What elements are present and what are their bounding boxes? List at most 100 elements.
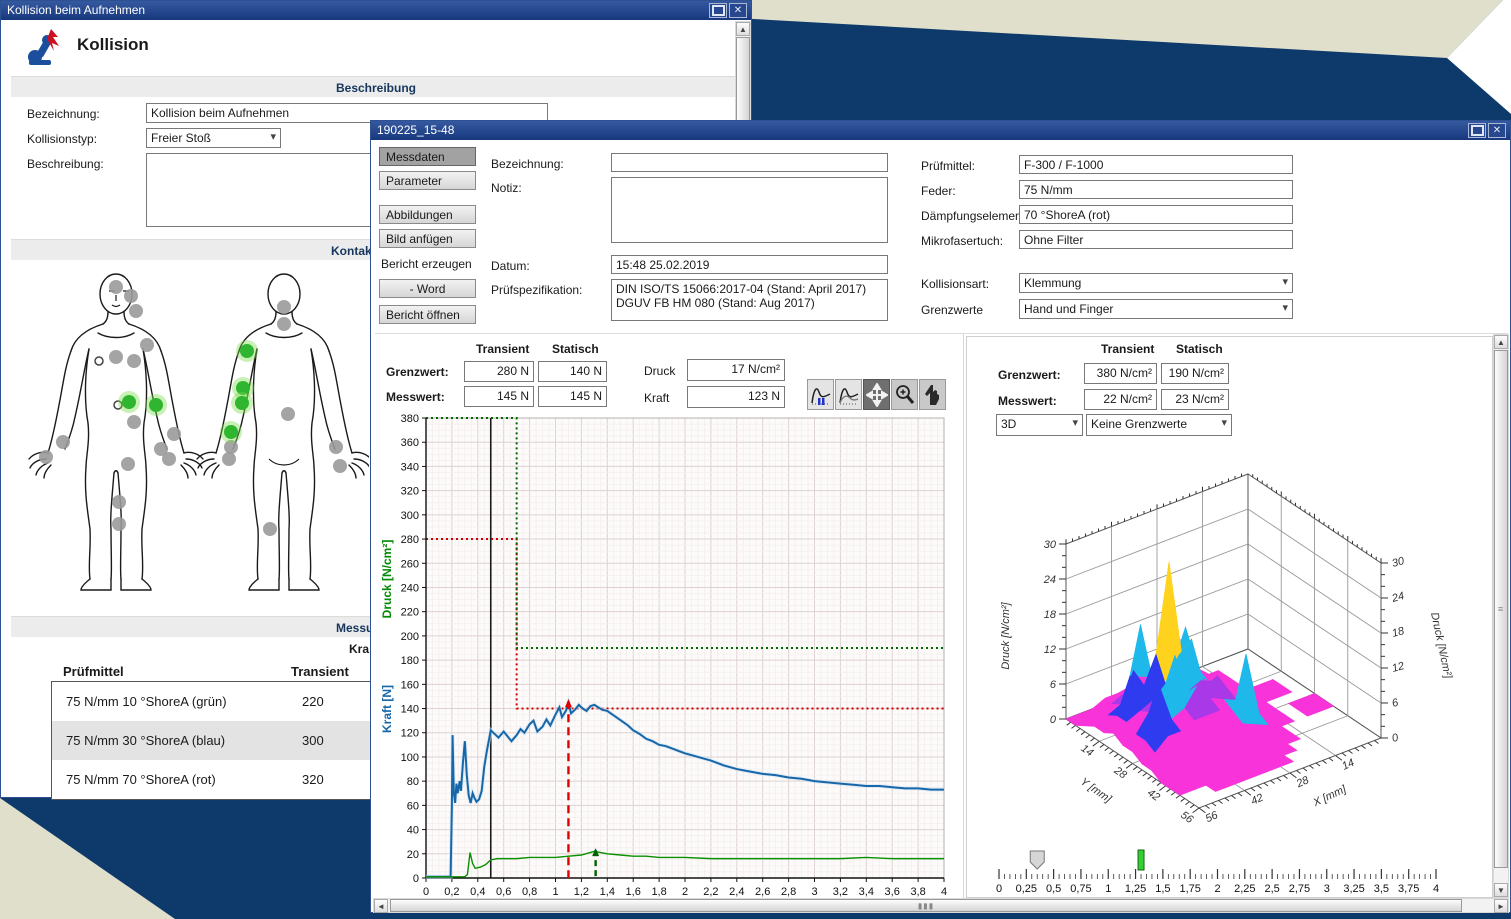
- mw-grenzwerte-select[interactable]: Hand und Finger ▾: [1019, 299, 1293, 319]
- contact-point-gray: [121, 457, 135, 471]
- close-icon[interactable]: ✕: [729, 3, 747, 18]
- bezeichnung-label: Bezeichnung:: [27, 107, 100, 121]
- zlabel-left: Druck [N/cm²]: [1000, 601, 1012, 669]
- nav-word[interactable]: - Word: [379, 279, 476, 298]
- measurement-window-title: 190225_15-48: [377, 123, 454, 137]
- axis-tick-label: 24: [1390, 590, 1406, 605]
- x-tick-label: 1,8: [651, 886, 666, 897]
- close-icon[interactable]: ✕: [1488, 123, 1506, 138]
- mw-kollisionsart-label: Kollisionsart:: [921, 277, 989, 291]
- slider-green-marker[interactable]: [1138, 850, 1144, 870]
- dual-curves-icon[interactable]: [835, 379, 862, 410]
- scroll-up-icon[interactable]: ▲: [736, 22, 750, 36]
- y-tick-label: 120: [401, 728, 419, 740]
- measurement-window: 190225_15-48 ✕ Messdaten Parameter Abbil…: [370, 120, 1511, 913]
- y-tick-label: 320: [401, 486, 419, 498]
- nav-messdaten[interactable]: Messdaten: [379, 147, 476, 166]
- slider-tick-label: 0: [996, 883, 1002, 895]
- contact-point-gray: [333, 459, 347, 473]
- druck-value: 17 N/cm²: [687, 359, 785, 381]
- maximize-icon[interactable]: [1468, 123, 1486, 138]
- maximize-icon[interactable]: [709, 3, 727, 18]
- axis-tick-label: 42: [1249, 792, 1265, 808]
- pressure-panel-scrollbar[interactable]: ▲ ≡ ▼: [1493, 334, 1509, 898]
- table-header-pruefmittel: Prüfmittel: [63, 664, 124, 679]
- force-messwert-label: Messwert:: [386, 390, 445, 404]
- pruefspez-line1: DIN ISO/TS 15066:2017-04 (Stand: April 2…: [616, 282, 883, 296]
- y-tick-label: 60: [407, 800, 419, 812]
- slider-tick-label: 0,75: [1070, 883, 1091, 895]
- hand-icon[interactable]: [919, 379, 946, 410]
- x-tick-label: 2,4: [729, 886, 744, 897]
- zoom-icon[interactable]: [891, 379, 918, 410]
- x-tick-label: 3,6: [885, 886, 900, 897]
- window-horizontal-scrollbar[interactable]: ◄ ▮▮▮ ►: [373, 898, 1509, 913]
- scroll-up-icon[interactable]: ▲: [1494, 335, 1508, 349]
- druck-label: Druck: [644, 364, 675, 378]
- mw-notiz-textarea[interactable]: [611, 177, 888, 243]
- time-slider[interactable]: 00,250,50,7511,251,51,7522,252,52,7533,2…: [987, 849, 1457, 897]
- mw-bezeichnung-input[interactable]: [611, 153, 888, 172]
- mw-daempfung-input[interactable]: 70 °ShoreA (rot): [1019, 205, 1293, 224]
- scroll-down-icon[interactable]: ▼: [1494, 883, 1508, 897]
- pan-move-icon[interactable]: [863, 379, 890, 410]
- scroll-right-icon[interactable]: ►: [1494, 899, 1508, 913]
- slider-tick-label: 1: [1105, 883, 1111, 895]
- curve-pause-icon[interactable]: [807, 379, 834, 410]
- contact-point-dots[interactable]: [39, 280, 347, 536]
- y-tick-label: 280: [401, 534, 419, 546]
- nav-bericht-erzeugen[interactable]: Bericht erzeugen: [381, 257, 472, 271]
- pruefspez-line2: DGUV FB HM 080 (Stand: Aug 2017): [616, 296, 883, 310]
- force-grenzwert-statisch: 140 N: [538, 361, 607, 382]
- mw-datum-input[interactable]: 15:48 25.02.2019: [611, 255, 888, 274]
- body-contact-diagram[interactable]: [13, 261, 369, 613]
- x-tick-label: 3,2: [833, 886, 848, 897]
- nav-parameter[interactable]: Parameter: [379, 171, 476, 190]
- slider-tick-label: 0,25: [1016, 883, 1037, 895]
- pressure-grenzwert-transient: 380 N/cm²: [1084, 363, 1157, 384]
- y-tick-label: 260: [401, 558, 419, 570]
- y-tick-label: 340: [401, 461, 419, 473]
- scrollbar-thumb[interactable]: ▮▮▮: [390, 899, 1462, 912]
- slider-tick-label: 2,75: [1289, 883, 1310, 895]
- mw-daempfung-label: Dämpfungselement:: [921, 209, 1028, 223]
- collision-titlebar[interactable]: Kollision beim Aufnehmen ✕: [1, 1, 751, 20]
- y-tick-label: 380: [401, 413, 419, 425]
- section-beschreibung: Beschreibung: [11, 76, 741, 97]
- kraft-value: 123 N: [687, 386, 785, 408]
- scrollbar-thumb[interactable]: ≡: [1494, 350, 1508, 868]
- measurement-titlebar[interactable]: 190225_15-48 ✕: [371, 121, 1510, 140]
- x-tick-label: 4: [941, 886, 947, 897]
- kollisionstyp-select[interactable]: Freier Stoß ▾: [146, 128, 281, 148]
- scrollbar-thumb[interactable]: [736, 37, 750, 122]
- mw-feder-input[interactable]: 75 N/mm: [1019, 180, 1293, 199]
- slider-tick-label: 4: [1433, 883, 1439, 895]
- contact-point-gray: [281, 407, 295, 421]
- contact-point-gray: [39, 450, 53, 464]
- nav-bild-anfuegen[interactable]: Bild anfügen: [379, 229, 476, 248]
- nav-abbildungen[interactable]: Abbildungen: [379, 205, 476, 224]
- mw-feder-label: Feder:: [921, 184, 956, 198]
- mw-mikrofaser-input[interactable]: Ohne Filter: [1019, 230, 1293, 249]
- x-tick-label: 1,2: [574, 886, 589, 897]
- pressure-surface-chart[interactable]: 006612121818242430301428425614284256Druc…: [967, 431, 1491, 851]
- scroll-left-icon[interactable]: ◄: [374, 899, 388, 913]
- nav-bericht-oeffnen[interactable]: Bericht öffnen: [379, 305, 476, 324]
- force-pressure-chart[interactable]: 0204060801001201401601802002202402602803…: [377, 409, 959, 897]
- y-tick-label: 40: [407, 825, 419, 837]
- slider-handle[interactable]: [1030, 851, 1044, 869]
- x-tick-label: 3,8: [910, 886, 925, 897]
- chevron-down-icon: ▾: [1072, 416, 1078, 429]
- mw-pruefspez-box[interactable]: DIN ISO/TS 15066:2017-04 (Stand: April 2…: [611, 279, 888, 321]
- axis-tick-label: 12: [1391, 660, 1406, 675]
- x-tick-label: 1: [552, 886, 558, 897]
- axis-tick-label: 18: [1044, 609, 1057, 621]
- y-tick-label: 160: [401, 679, 419, 691]
- axis-tick-label: 12: [1044, 644, 1056, 656]
- mw-grenzwerte-label: Grenzwerte: [921, 303, 983, 317]
- mw-kollisionsart-select[interactable]: Klemmung ▾: [1019, 273, 1293, 293]
- slider-tick-label: 2,5: [1264, 883, 1279, 895]
- slider-tick-label: 3,5: [1374, 883, 1389, 895]
- contact-point-gray: [124, 289, 138, 303]
- mw-pruefmittel-input[interactable]: F-300 / F-1000: [1019, 155, 1293, 174]
